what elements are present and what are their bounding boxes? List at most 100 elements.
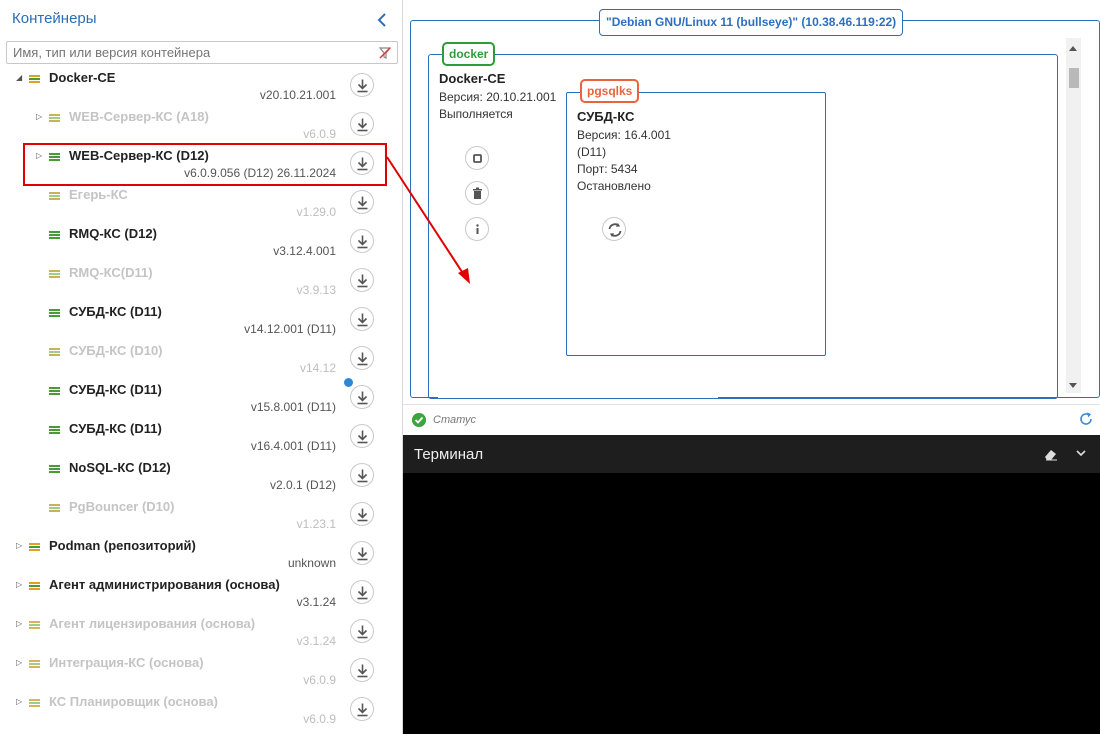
expand-caret-icon[interactable]: ▷ [16,619,24,629]
download-button[interactable] [350,73,374,97]
container-icon [29,582,40,590]
download-button[interactable] [350,580,374,604]
tree-item-name: WEB-Сервер-КС (А18) [69,109,209,124]
delete-button[interactable] [465,181,489,205]
tree-item[interactable]: ▷ Агент администрирования (основа) v3.1.24 [0,571,400,610]
download-button[interactable] [350,112,374,136]
download-icon [357,274,368,288]
download-button[interactable] [350,268,374,292]
tree-item[interactable]: PgBouncer (D10) v1.23.1 [0,493,400,532]
tree-item[interactable]: ▷ Интеграция-КС (основа) v6.0.9 [0,649,400,688]
search-input[interactable] [6,41,398,64]
tree-item[interactable]: ▷ WEB-Сервер-КС (А18) v6.0.9 [0,103,400,142]
tree-item[interactable]: СУБД-КС (D11) v16.4.001 (D11) [0,415,400,454]
terminal-panel[interactable]: Терминал [403,435,1100,734]
expand-caret-icon[interactable]: ▷ [16,658,24,668]
container-icon [49,504,60,512]
scroll-up-icon[interactable] [1069,46,1077,51]
download-button[interactable] [350,697,374,721]
status-ok-icon [412,413,426,427]
container-icon [29,660,40,668]
tree-item-name: Podman (репозиторий) [49,538,196,553]
download-button[interactable] [350,190,374,214]
download-button[interactable] [350,619,374,643]
refresh-icon[interactable] [1078,411,1094,427]
tree-item-name: СУБД-КС (D11) [69,304,162,319]
download-button[interactable] [350,541,374,565]
tree-item-version: v3.9.13 [296,283,336,297]
tree-item[interactable]: СУБД-КС (D11) v15.8.001 (D11) [0,376,400,415]
download-icon [357,547,368,561]
container-icon [49,309,60,317]
download-button[interactable] [350,424,374,448]
tree-item-version: v2.0.1 (D12) [269,478,336,492]
terminal-title: Терминал [414,446,484,463]
eraser-icon[interactable] [1043,447,1059,461]
download-icon [357,586,368,600]
expand-caret-icon[interactable]: ▷ [16,541,24,551]
tree-item[interactable]: RMQ-КС (D12) v3.12.4.001 [0,220,400,259]
host-label[interactable]: "Debian GNU/Linux 11 (bullseye)" (10.38.… [599,9,904,36]
container-icon [49,270,60,278]
expand-caret-icon[interactable]: ▷ [16,697,24,707]
download-button[interactable] [350,307,374,331]
tree-item-version: v3.1.24 [296,595,336,609]
info-button[interactable] [465,217,489,241]
scroll-down-icon[interactable] [1069,383,1077,388]
container-icon [29,621,40,629]
tree-item-name: СУБД-КС (D11) [69,421,162,436]
tree-item[interactable]: ▷ КС Планировщик (основа) v6.0.9 [0,688,400,727]
download-icon [357,508,368,522]
tree-item-version: v1.29.0 [296,205,336,219]
highlight-box [23,143,387,186]
container-icon [29,543,40,551]
pg-tag: pgsqlks [580,79,640,103]
expand-caret-icon[interactable]: ▷ [16,580,24,590]
tree-item[interactable]: Егерь-КС v1.29.0 [0,181,400,220]
clear-filter-icon[interactable] [378,46,392,60]
docker-version: Версия: 20.10.21.001 [439,90,557,104]
download-icon [357,79,368,93]
tree-item-version: unknown [287,556,336,570]
tree-item[interactable]: ▷ Podman (репозиторий) unknown [0,532,400,571]
tree-item[interactable]: RMQ-КС(D11) v3.9.13 [0,259,400,298]
download-icon [357,352,368,366]
tree-item-version: v3.12.4.001 [273,244,336,258]
download-button[interactable] [350,463,374,487]
tree-item-name: СУБД-КС (D11) [69,382,162,397]
pg-title: СУБД-КС [577,109,635,124]
status-text[interactable]: Статус [433,414,476,426]
tree-item-name: СУБД-КС (D10) [69,343,163,358]
trash-icon [473,187,482,199]
download-button[interactable] [350,658,374,682]
tree-item-version: v1.23.1 [296,517,336,531]
expand-caret-icon[interactable]: ▷ [36,112,44,122]
tree-item[interactable]: ▷ Агент лицензирования (основа) v3.1.24 [0,610,400,649]
container-icon [29,699,40,707]
tree-item-version: v20.10.21.001 [259,88,336,102]
tree-item[interactable]: NoSQL-КС (D12) v2.0.1 (D12) [0,454,400,493]
chevron-down-icon[interactable] [1075,447,1087,459]
tree-item-version: v6.0.9 [303,673,336,687]
download-button[interactable] [350,385,374,409]
tree-item-name: Интеграция-КС (основа) [49,655,204,670]
download-button[interactable] [350,229,374,253]
canvas-scrollbar[interactable] [1066,38,1081,393]
stop-button[interactable] [465,146,489,170]
tree-item[interactable]: СУБД-КС (D11) v14.12.001 (D11) [0,298,400,337]
tree-item[interactable]: ◢ Docker-CE v20.10.21.001 [0,64,400,103]
info-icon [476,224,479,234]
expanded-caret-icon[interactable]: ◢ [16,73,24,83]
docker-title: Docker-CE [439,71,506,86]
download-button[interactable] [350,346,374,370]
scroll-thumb[interactable] [1069,68,1079,88]
collapse-panel-icon[interactable] [376,12,388,28]
tree-item[interactable]: СУБД-КС (D10) v14.12 [0,337,400,376]
tree-item-version: v14.12 [299,361,336,375]
restart-button[interactable] [602,217,626,241]
download-button[interactable] [350,502,374,526]
tree-item-version: v6.0.9 [303,712,336,726]
docker-tag: docker [442,42,496,66]
container-icon [49,192,60,200]
terminal-header: Терминал [403,435,1100,473]
